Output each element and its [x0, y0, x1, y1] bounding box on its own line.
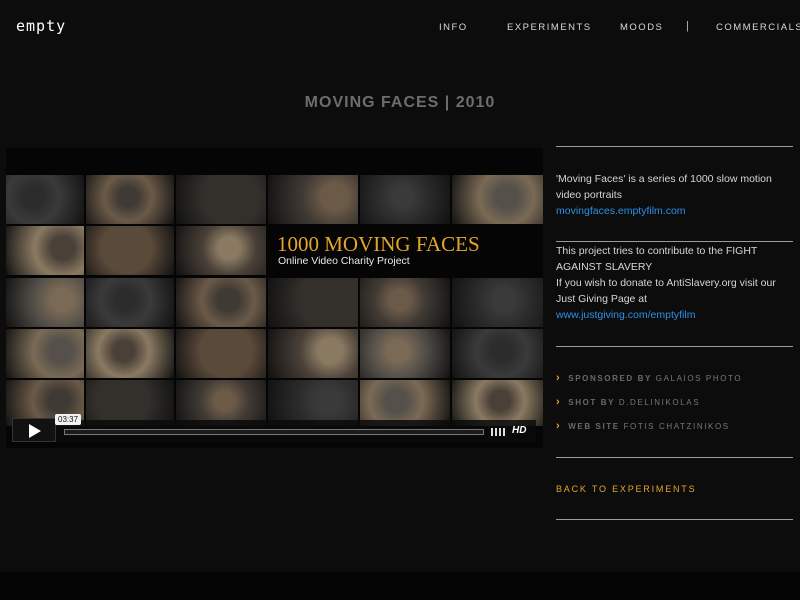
nav-commercials[interactable]: COMMERCIALS [716, 22, 800, 33]
portrait-tile [268, 329, 358, 378]
nav-experiments[interactable]: EXPERIMENTS [507, 22, 592, 33]
video-frame[interactable] [6, 148, 543, 448]
hd-toggle[interactable]: HD [512, 425, 526, 436]
nav-info[interactable]: INFO [439, 22, 468, 33]
project-text: This project tries to contribute to the … [556, 245, 758, 273]
portrait-tile [452, 329, 543, 378]
back-to-experiments-link[interactable]: BACK TO EXPERIMENTS [556, 484, 696, 494]
divider [556, 241, 793, 242]
portrait-tile [452, 278, 543, 327]
divider [556, 457, 793, 458]
credit-key: SHOT BY [568, 398, 616, 407]
description: 'Moving Faces' is a series of 1000 slow … [556, 171, 796, 219]
credit-value[interactable]: FOTIS CHATZINIKOS [624, 422, 730, 431]
portrait-tile [176, 226, 266, 275]
credit-value[interactable]: D.DELINIKOLAS [619, 398, 700, 407]
portrait-tile [6, 329, 84, 378]
donate-text: If you wish to donate to AntiSlavery.org… [556, 277, 776, 305]
video-banner-title: 1000 MOVING FACES [277, 232, 480, 256]
divider [556, 519, 793, 520]
justgiving-link[interactable]: www.justgiving.com/emptyfilm [556, 309, 695, 321]
credit-value[interactable]: GALAIOS PHOTO [656, 374, 742, 383]
credit-sponsored: › SPONSORED BY GALAIOS PHOTO [556, 372, 742, 384]
divider [556, 346, 793, 347]
portrait-tile [176, 329, 266, 378]
credit-key: WEB SITE [568, 422, 620, 431]
portrait-tile [176, 278, 266, 327]
portrait-tile [360, 278, 450, 327]
divider [556, 146, 793, 147]
portrait-tile [86, 226, 174, 275]
portrait-tile [6, 175, 84, 224]
footer-bar [0, 572, 800, 600]
portrait-tile [360, 175, 450, 224]
credit-web-site: › WEB SITE FOTIS CHATZINIKOS [556, 420, 730, 432]
portrait-tile [176, 175, 266, 224]
credit-shot-by: › SHOT BY D.DELINIKOLAS [556, 396, 700, 408]
video-banner-subtitle: Online Video Charity Project [278, 255, 410, 267]
description-text: 'Moving Faces' is a series of 1000 slow … [556, 173, 772, 201]
volume-icon[interactable] [491, 428, 507, 436]
nav-separator: | [686, 20, 689, 32]
portrait-tile [86, 329, 174, 378]
chevron-right-icon: › [556, 396, 562, 408]
nav-moods[interactable]: MOODS [620, 22, 663, 33]
portrait-tile [6, 226, 84, 275]
credit-key: SPONSORED BY [568, 374, 652, 383]
portrait-tile [86, 175, 174, 224]
project-info: This project tries to contribute to the … [556, 243, 796, 323]
movingfaces-link[interactable]: movingfaces.emptyfilm.com [556, 205, 686, 217]
video-time: 03:37 [55, 414, 82, 425]
page-title: MOVING FACES | 2010 [304, 94, 496, 111]
portrait-tile [268, 175, 358, 224]
play-icon [29, 424, 41, 438]
portrait-tile [452, 175, 543, 224]
logo[interactable]: empty [16, 17, 66, 35]
play-button[interactable] [12, 418, 56, 442]
video-scrubber[interactable] [64, 429, 484, 435]
portrait-tile [86, 278, 174, 327]
portrait-tile [360, 329, 450, 378]
chevron-right-icon: › [556, 372, 562, 384]
portrait-tile [268, 278, 358, 327]
chevron-right-icon: › [556, 420, 562, 432]
portrait-tile [6, 278, 84, 327]
